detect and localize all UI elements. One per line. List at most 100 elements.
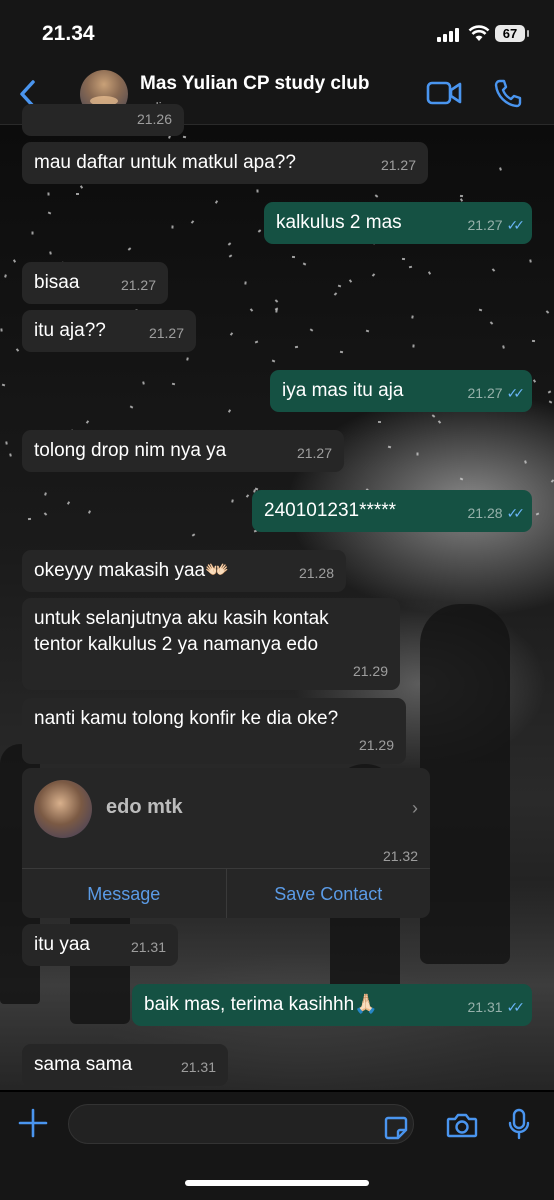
message-text: mau daftar untuk matkul apa?? <box>34 152 296 173</box>
message-time: 21.31 <box>467 999 503 1015</box>
message-time: 21.26 <box>136 111 172 127</box>
message-time: 21.27 <box>380 157 416 173</box>
wallpaper-confetti <box>411 314 414 319</box>
mic-icon[interactable] <box>508 1108 530 1140</box>
wallpaper-confetti <box>489 320 494 325</box>
incoming-message[interactable]: nanti kamu tolong konfir ke dia oke? 21.2… <box>22 698 406 764</box>
sticker-icon[interactable] <box>384 1116 408 1140</box>
wallpaper-confetti <box>337 285 342 288</box>
wallpaper-confetti <box>43 512 48 516</box>
wallpaper-confetti <box>256 189 259 193</box>
wallpaper-confetti <box>372 273 376 277</box>
outgoing-message[interactable]: baik mas, terima kasihhh🙏🏻 21.31 ✓✓ <box>132 984 532 1026</box>
wallpaper-confetti <box>49 251 52 255</box>
incoming-message[interactable]: itu yaa 21.31 <box>22 924 178 966</box>
wallpaper-confetti <box>428 270 432 275</box>
wallpaper-confetti <box>43 492 47 496</box>
message-input[interactable] <box>68 1104 414 1144</box>
wallpaper-confetti <box>243 281 247 286</box>
wallpaper-confetti <box>416 452 419 456</box>
wallpaper-confetti <box>536 512 540 516</box>
wallpaper-confetti <box>460 194 464 197</box>
status-bar: 21.34 67 <box>0 0 554 64</box>
camera-icon[interactable] <box>446 1112 478 1138</box>
wallpaper-confetti <box>249 307 253 312</box>
message-bubble-partial[interactable]: 21.26 <box>22 104 184 136</box>
message-meta: 21.27 <box>381 152 416 178</box>
message-time: 21.27 <box>296 445 332 461</box>
incoming-message[interactable]: itu aja?? 21.27 <box>22 310 196 352</box>
wallpaper-confetti <box>271 359 275 362</box>
incoming-message[interactable]: bisaa 21.27 <box>22 262 168 304</box>
wallpaper-confetti <box>0 327 3 332</box>
message-meta: 21.28 ✓✓ <box>467 500 526 526</box>
wallpaper-confetti <box>245 493 250 498</box>
wallpaper-confetti <box>171 382 175 385</box>
message-time: 21.31 <box>180 1059 216 1075</box>
message-meta: 21.27 <box>297 440 332 466</box>
outgoing-message[interactable]: iya mas itu aja 21.27 ✓✓ <box>270 370 532 412</box>
wallpaper-confetti <box>168 135 172 140</box>
chevron-right-icon[interactable]: › <box>412 798 418 819</box>
message-meta: 21.29 <box>359 732 394 758</box>
incoming-message[interactable]: sama sama 21.31 <box>22 1044 228 1086</box>
contact-card[interactable]: edo mtk › 21.32 Message Save Contact <box>22 768 430 918</box>
wallpaper-confetti <box>257 228 261 233</box>
video-call-icon[interactable] <box>426 80 462 106</box>
wallpaper-confetti <box>88 509 92 514</box>
incoming-message[interactable]: okeyyy makasih yaa👐🏻 21.28 <box>22 550 346 592</box>
wallpaper-confetti <box>127 247 131 252</box>
message-meta: 21.31 <box>131 934 166 960</box>
plus-icon[interactable] <box>18 1108 48 1138</box>
wallpaper-confetti <box>292 256 296 259</box>
contact-card-actions: Message Save Contact <box>22 868 430 918</box>
save-contact-button[interactable]: Save Contact <box>225 869 431 918</box>
wallpaper-confetti <box>47 191 50 196</box>
phone-icon[interactable] <box>494 78 522 108</box>
incoming-message[interactable]: mau daftar untuk matkul apa?? 21.27 <box>22 142 428 184</box>
wallpaper-confetti <box>230 332 234 336</box>
read-receipt-icon: ✓✓ <box>506 217 526 233</box>
chat-title[interactable]: Mas Yulian CP study club <box>140 73 369 95</box>
wallpaper-confetti <box>231 498 234 503</box>
incoming-message[interactable]: untuk selanjutnya aku kasih kontak tento… <box>22 598 400 690</box>
read-receipt-icon: ✓✓ <box>506 505 526 521</box>
wallpaper-confetti <box>4 274 7 278</box>
wallpaper-confetti <box>388 445 392 448</box>
message-text: untuk selanjutnya aku kasih kontak tento… <box>34 608 329 655</box>
wallpaper-confetti <box>431 414 436 418</box>
message-meta: 21.31 <box>181 1054 216 1080</box>
wallpaper-confetti <box>498 167 502 171</box>
wallpaper-confetti <box>79 184 83 189</box>
wallpaper-confetti <box>409 265 413 269</box>
outgoing-message[interactable]: kalkulus 2 mas 21.27 ✓✓ <box>264 202 532 244</box>
message-meta: 21.27 ✓✓ <box>467 380 525 406</box>
incoming-message[interactable]: tolong drop nim nya ya 21.27 <box>22 430 344 472</box>
contact-name: edo mtk <box>106 796 183 818</box>
wallpaper-confetti <box>545 310 550 314</box>
wallpaper-confetti <box>365 329 370 333</box>
outgoing-message[interactable]: 240101231***** 21.28 ✓✓ <box>252 490 532 532</box>
wallpaper-confetti <box>186 357 189 361</box>
wallpaper-confetti <box>66 500 70 505</box>
message-time: 21.29 <box>352 663 388 679</box>
wallpaper-confetti <box>13 259 17 263</box>
message-time: 21.27 <box>467 385 503 401</box>
message-time: 21.27 <box>148 325 184 341</box>
message-text: okeyyy makasih yaa👐🏻 <box>34 560 229 581</box>
wallpaper-confetti <box>502 345 505 349</box>
wallpaper-confetti <box>254 340 259 344</box>
wallpaper-confetti <box>15 348 20 353</box>
wallpaper-confetti <box>31 231 34 235</box>
wallpaper-confetti <box>75 193 79 196</box>
message-contact-button[interactable]: Message <box>22 869 226 918</box>
wallpaper-figure <box>420 604 510 964</box>
wallpaper-confetti <box>171 225 174 229</box>
wallpaper-confetti <box>294 345 299 349</box>
wallpaper-confetti <box>1 383 6 387</box>
wallpaper-confetti <box>275 309 279 313</box>
status-time: 21.34 <box>42 22 95 45</box>
wallpaper-confetti <box>548 390 552 394</box>
wallpaper-confetti <box>141 381 145 386</box>
wallpaper-confetti <box>459 477 464 481</box>
